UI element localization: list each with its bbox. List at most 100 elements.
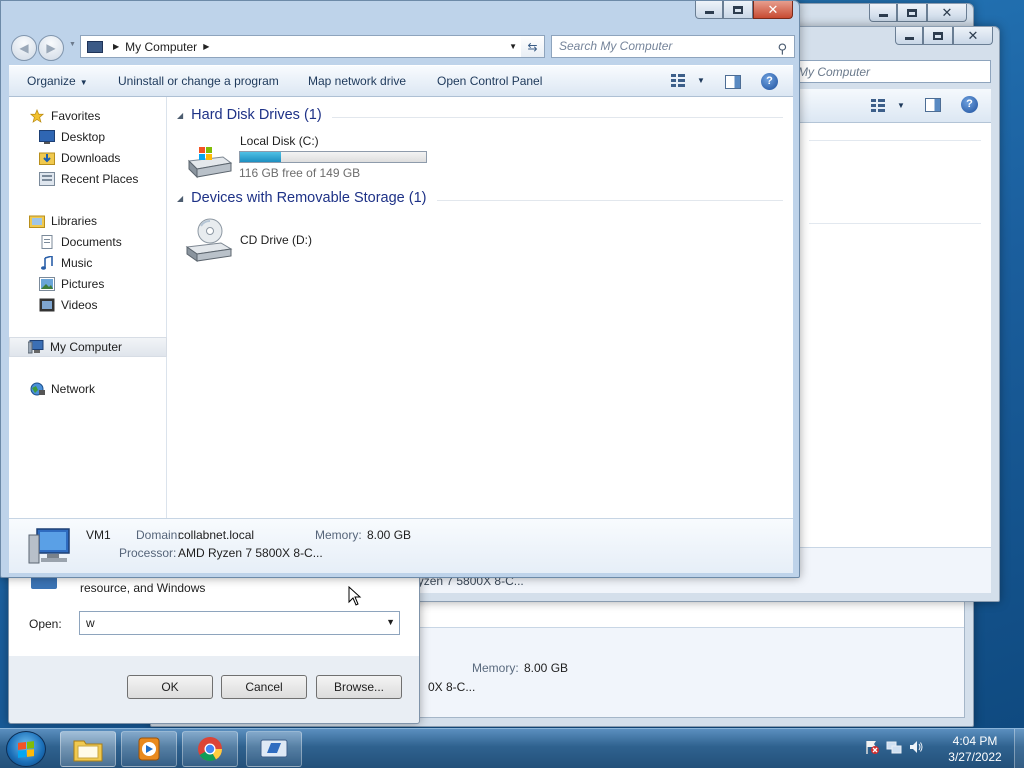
nav-item-network[interactable]: Network (9, 379, 167, 399)
nav-item-label: Recent Places (61, 172, 139, 186)
media-player-icon (138, 737, 160, 761)
explorer-window[interactable]: ✕ ◀ ▶ ▼ ▶ My Computer ▶ ▼ ⇆ Search My Co… (0, 0, 800, 578)
nav-item-label: Pictures (61, 277, 105, 291)
minimize-button[interactable] (869, 4, 897, 22)
close-button[interactable]: ✕ (953, 27, 993, 45)
nav-item-music[interactable]: Music (9, 253, 167, 273)
back-arrow-icon: ◀ (19, 41, 29, 55)
nav-item-my-computer[interactable]: My Computer (9, 337, 167, 357)
close-button[interactable]: ✕ (753, 1, 793, 19)
chevron-down-icon[interactable]: ▼ (386, 617, 395, 627)
group-separator (437, 200, 783, 201)
pictures-icon (39, 277, 55, 291)
taskbar: 4:04 PM 3/27/2022 (0, 728, 1024, 768)
close-button[interactable]: ✕ (927, 4, 967, 22)
documents-icon (41, 235, 53, 249)
organize-menu[interactable]: Organize ▼ (27, 74, 88, 88)
nav-item-downloads[interactable]: Downloads (9, 148, 167, 168)
views-icon[interactable] (871, 99, 885, 112)
volume-icon[interactable] (908, 739, 924, 755)
preview-pane-icon[interactable] (925, 98, 941, 112)
taskbar-remote-desktop-button[interactable] (246, 731, 302, 767)
nav-item-libraries[interactable]: Libraries (9, 211, 167, 231)
address-bar[interactable]: ▶ My Computer ▶ ▼ (80, 35, 524, 58)
nav-item-recent-places[interactable]: Recent Places (9, 169, 167, 189)
group-header-removable[interactable]: ◢ Devices with Removable Storage (1) (177, 190, 426, 206)
open-combobox[interactable]: w ▼ (79, 611, 400, 635)
group-header-hard-disks[interactable]: ◢ Hard Disk Drives (1) (177, 107, 322, 123)
clock-date: 3/27/2022 (948, 750, 1002, 764)
forward-arrow-icon: ▶ (46, 41, 56, 55)
help-icon[interactable]: ? (761, 73, 778, 90)
browse-button[interactable]: Browse... (316, 675, 402, 699)
nav-item-videos[interactable]: Videos (9, 295, 167, 315)
nav-item-favorites[interactable]: Favorites (9, 106, 167, 126)
refresh-button[interactable]: ⇆ (521, 35, 545, 58)
show-desktop-button[interactable] (1014, 729, 1024, 768)
memory-label: Memory: (315, 528, 362, 542)
address-dropdown-icon[interactable]: ▼ (509, 42, 517, 51)
system-clock[interactable]: 4:04 PM 3/27/2022 (936, 733, 1014, 765)
forward-button[interactable]: ▶ (38, 35, 64, 61)
nav-item-documents[interactable]: Documents (9, 232, 167, 252)
computer-name: VM1 (86, 528, 111, 542)
downloads-folder-icon (39, 152, 55, 165)
remote-desktop-icon (260, 739, 288, 758)
nav-item-label: Desktop (61, 130, 106, 144)
processor-value: AMD Ryzen 7 5800X 8-C... (178, 546, 323, 560)
taskbar-explorer-button[interactable] (60, 731, 116, 767)
windows-logo-icon (18, 740, 34, 758)
uninstall-program-button[interactable]: Uninstall or change a program (118, 74, 279, 88)
nav-item-desktop[interactable]: Desktop (9, 127, 167, 147)
minimize-icon (904, 36, 914, 40)
processor-value: 0X 8-C... (428, 680, 476, 694)
nav-item-label: Music (61, 256, 93, 270)
breadcrumb-arrow-icon[interactable]: ▶ (203, 42, 209, 51)
views-dropdown-icon[interactable]: ▼ (897, 101, 905, 110)
memory-label: Memory: (472, 661, 519, 675)
views-dropdown-icon[interactable]: ▼ (697, 76, 705, 85)
caption-buttons: ✕ (895, 27, 993, 45)
caption-buttons: ✕ (695, 1, 793, 19)
recent-places-icon (39, 172, 55, 186)
search-icon[interactable]: ⚲ (777, 38, 787, 59)
details-pane: VM1 Domain: collabnet.local Memory: 8.00… (9, 518, 793, 573)
libraries-icon (29, 215, 45, 228)
recent-pages-dropdown-icon[interactable]: ▼ (69, 41, 76, 48)
collapse-triangle-icon[interactable]: ◢ (177, 111, 183, 120)
search-input[interactable]: My Computer (791, 60, 991, 83)
nav-item-label: Libraries (51, 214, 98, 228)
minimize-button[interactable] (895, 27, 923, 45)
maximize-button[interactable] (923, 27, 953, 45)
breadcrumb-my-computer[interactable]: My Computer (125, 40, 197, 54)
taskbar-media-player-button[interactable] (121, 731, 177, 767)
preview-pane-icon[interactable] (725, 75, 741, 89)
nav-item-label: My Computer (50, 340, 123, 354)
map-network-drive-button[interactable]: Map network drive (308, 74, 406, 88)
nav-item-pictures[interactable]: Pictures (9, 274, 167, 294)
collapse-triangle-icon[interactable]: ◢ (177, 194, 183, 203)
minimize-button[interactable] (695, 1, 723, 19)
network-status-icon[interactable] (886, 739, 902, 755)
action-center-flag-icon[interactable] (864, 739, 880, 755)
disk-usage-fill (240, 152, 281, 162)
file-list: ◢ Hard Disk Drives (1) Local Disk (C:) 1… (167, 97, 793, 518)
ok-button[interactable]: OK (127, 675, 213, 699)
drive-free-space: 116 GB free of 149 GB (239, 166, 361, 180)
search-input[interactable]: Search My Computer ⚲ (551, 35, 795, 58)
open-control-panel-button[interactable]: Open Control Panel (437, 74, 542, 88)
taskbar-chrome-button[interactable] (182, 731, 238, 767)
chevron-down-icon: ▼ (79, 78, 88, 87)
star-icon (29, 109, 45, 123)
cancel-button[interactable]: Cancel (221, 675, 307, 699)
maximize-button[interactable] (723, 1, 753, 19)
clock-time: 4:04 PM (952, 734, 998, 748)
start-button[interactable] (6, 731, 46, 767)
breadcrumb-arrow-icon[interactable]: ▶ (113, 42, 119, 51)
back-button[interactable]: ◀ (11, 35, 37, 61)
views-icon[interactable] (671, 74, 685, 87)
maximize-button[interactable] (897, 4, 927, 22)
memory-value: 8.00 GB (524, 661, 569, 675)
nav-item-label: Videos (61, 298, 98, 312)
help-icon[interactable]: ? (961, 96, 978, 113)
